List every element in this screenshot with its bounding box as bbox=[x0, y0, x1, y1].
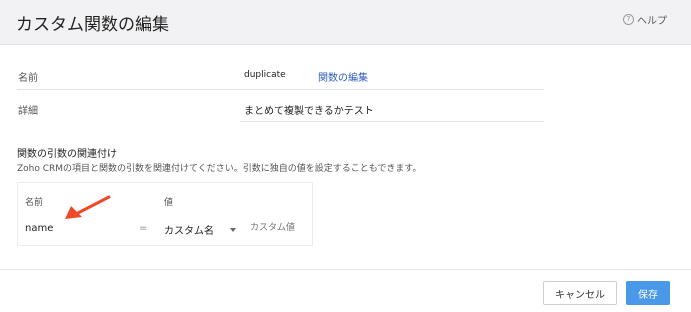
help-link[interactable]: ? ヘルプ bbox=[623, 12, 667, 27]
row-divider bbox=[17, 89, 544, 90]
name-label: 名前 bbox=[18, 73, 38, 84]
chevron-down-icon[interactable] bbox=[230, 228, 236, 232]
function-name-value: duplicate bbox=[244, 70, 286, 80]
argument-name: name bbox=[25, 223, 54, 234]
dialog-header: カスタム関数の編集 ? ヘルプ bbox=[0, 0, 691, 45]
argument-mapping-title: 関数の引数の関連付け bbox=[17, 149, 117, 160]
description-underline bbox=[240, 121, 544, 122]
edit-function-link[interactable]: 関数の編集 bbox=[318, 69, 368, 84]
custom-value-input[interactable] bbox=[250, 221, 308, 235]
help-label: ヘルプ bbox=[637, 16, 667, 27]
column-header-value: 値 bbox=[164, 198, 174, 208]
column-header-name: 名前 bbox=[25, 198, 44, 208]
argument-mapping-description: Zoho CRMの項目と関数の引数を関連付けてください。引数に独自の値を設定する… bbox=[17, 164, 422, 174]
description-label: 詳細 bbox=[18, 106, 38, 117]
equals-sign: = bbox=[139, 223, 148, 234]
annotation-arrow-icon bbox=[65, 195, 111, 219]
cancel-button[interactable]: キャンセル bbox=[543, 281, 617, 305]
field-select[interactable]: カスタム名 bbox=[164, 222, 214, 237]
save-button[interactable]: 保存 bbox=[626, 281, 670, 305]
footer-divider bbox=[0, 269, 691, 270]
dialog-title: カスタム関数の編集 bbox=[16, 15, 169, 35]
description-value[interactable]: まとめて複製できるかテスト bbox=[244, 102, 374, 117]
help-icon: ? bbox=[623, 14, 634, 25]
